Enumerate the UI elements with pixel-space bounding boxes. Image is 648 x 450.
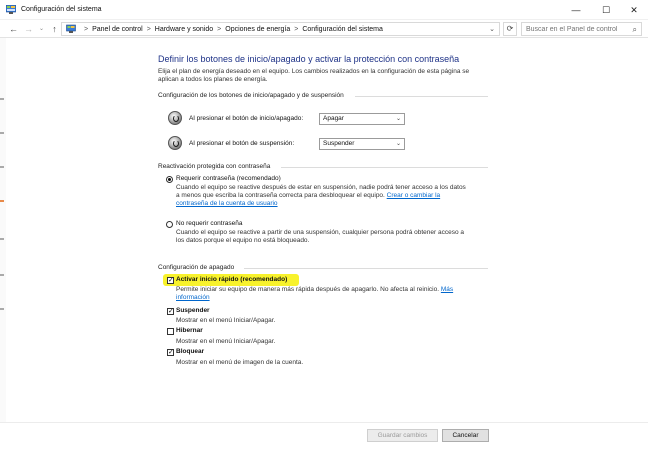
- description-line: Cuando el equipo se reactive después de …: [176, 184, 466, 191]
- require-password-radio[interactable]: [166, 176, 173, 183]
- no-password-label[interactable]: No requerir contraseña: [176, 220, 242, 227]
- intro-line: Elija el plan de energía deseado en el e…: [158, 68, 470, 75]
- hibernate-label[interactable]: Hibernar: [176, 327, 203, 334]
- description-text: Permite iniciar su equipo de manera más …: [176, 286, 440, 293]
- description-line: los datos porque el equipo no está bloqu…: [176, 237, 310, 244]
- refresh-button[interactable]: ⟳: [503, 22, 517, 36]
- breadcrumb-separator: >: [84, 25, 89, 33]
- title-bar: Configuración del sistema — ☐ ✕: [0, 0, 648, 20]
- up-button[interactable]: ↑: [49, 23, 60, 35]
- power-button-select-value: Apagar: [323, 115, 344, 122]
- breadcrumb-item-hardware-sound[interactable]: Hardware y sonido: [155, 26, 213, 33]
- breadcrumb-item-system-settings[interactable]: Configuración del sistema: [302, 26, 383, 33]
- background-window-edge: [0, 38, 6, 450]
- sleep-button-icon: [168, 136, 182, 150]
- save-changes-button[interactable]: Guardar cambios: [367, 429, 438, 442]
- section-title-power-buttons: Configuración de los botones de inicio/a…: [158, 92, 344, 99]
- power-button-icon: [168, 111, 182, 125]
- fast-startup-description: Permite iniciar su equipo de manera más …: [176, 286, 476, 302]
- window-title: Configuración del sistema: [21, 6, 102, 13]
- description-text: a menos que escriba la contraseña correc…: [176, 192, 385, 199]
- navigation-bar: ← → ⌄ ↑ > Panel de control > Hardware y …: [0, 20, 648, 38]
- change-password-link[interactable]: Crear o cambiar la: [387, 192, 440, 199]
- sleep-button-select[interactable]: Suspender ⌄: [319, 138, 405, 150]
- lock-checkbox[interactable]: ✓: [167, 349, 174, 356]
- fast-startup-label[interactable]: Activar inicio rápido (recomendado): [176, 276, 287, 283]
- breadcrumb-separator: >: [294, 25, 299, 33]
- lock-description: Mostrar en el menú de imagen de la cuent…: [176, 359, 304, 366]
- cancel-button[interactable]: Cancelar: [442, 429, 489, 442]
- no-password-description: Cuando el equipo se reactive a partir de…: [176, 229, 486, 245]
- sleep-button-label: Al presionar el botón de suspensión:: [189, 140, 295, 147]
- minimize-button[interactable]: —: [562, 0, 590, 20]
- search-input[interactable]: [526, 25, 630, 33]
- maximize-button[interactable]: ☐: [592, 0, 620, 20]
- breadcrumb-separator: >: [146, 25, 151, 33]
- breadcrumb-item-power-options[interactable]: Opciones de energía: [225, 26, 290, 33]
- hibernate-checkbox[interactable]: [167, 328, 174, 335]
- address-bar[interactable]: > Panel de control > Hardware y sonido >…: [61, 22, 500, 36]
- section-title-shutdown: Configuración de apagado: [158, 264, 235, 271]
- chevron-down-icon[interactable]: ⌄: [489, 25, 495, 33]
- control-panel-icon: [6, 5, 16, 14]
- description-line: contraseña de la cuenta de usuario: [176, 200, 486, 208]
- search-box[interactable]: ⌕: [521, 22, 642, 36]
- close-button[interactable]: ✕: [620, 0, 648, 20]
- description-line: Permite iniciar su equipo de manera más …: [176, 286, 476, 294]
- suspend-description: Mostrar en el menú Iniciar/Apagar.: [176, 317, 276, 324]
- page-title: Definir los botones de inicio/apagado y …: [158, 54, 460, 64]
- no-password-radio[interactable]: [166, 221, 173, 228]
- change-password-link[interactable]: contraseña de la cuenta de usuario: [176, 200, 278, 207]
- control-panel-icon: [66, 24, 76, 33]
- lock-label[interactable]: Bloquear: [176, 348, 204, 355]
- description-line: Cuando el equipo se reactive a partir de…: [176, 229, 464, 236]
- fast-startup-checkbox[interactable]: ✓: [167, 277, 174, 284]
- suspend-checkbox[interactable]: ✓: [167, 308, 174, 315]
- chevron-down-icon: ⌄: [395, 116, 401, 122]
- power-button-select[interactable]: Apagar ⌄: [319, 113, 405, 125]
- more-info-link[interactable]: información: [176, 294, 210, 301]
- dialog-footer: Guardar cambios Cancelar: [0, 422, 648, 450]
- breadcrumb-separator: >: [217, 25, 222, 33]
- back-button[interactable]: ←: [8, 23, 19, 35]
- sleep-button-select-value: Suspender: [323, 140, 355, 147]
- hibernate-description: Mostrar en el menú Iniciar/Apagar.: [176, 338, 276, 345]
- section-divider: [281, 167, 488, 168]
- require-password-description: Cuando el equipo se reactive después de …: [176, 184, 486, 208]
- section-divider: [244, 268, 488, 269]
- suspend-label[interactable]: Suspender: [176, 307, 210, 314]
- search-icon: ⌕: [632, 25, 637, 34]
- power-button-label: Al presionar el botón de inicio/apagado:: [189, 115, 304, 122]
- forward-button[interactable]: →: [23, 23, 34, 35]
- more-info-link[interactable]: Más: [441, 286, 453, 293]
- section-divider: [355, 96, 488, 97]
- recent-locations-button[interactable]: ⌄: [36, 23, 47, 35]
- breadcrumb-item-control-panel[interactable]: Panel de control: [92, 26, 143, 33]
- intro-line: aplican a todos los planes de energía.: [158, 76, 268, 83]
- require-password-label[interactable]: Requerir contraseña (recomendado): [176, 175, 281, 182]
- section-title-password: Reactivación protegida con contraseña: [158, 163, 271, 170]
- chevron-down-icon: ⌄: [395, 141, 401, 147]
- description-line: a menos que escriba la contraseña correc…: [176, 192, 486, 200]
- page-intro: Elija el plan de energía deseado en el e…: [158, 68, 488, 84]
- description-line: información: [176, 294, 476, 302]
